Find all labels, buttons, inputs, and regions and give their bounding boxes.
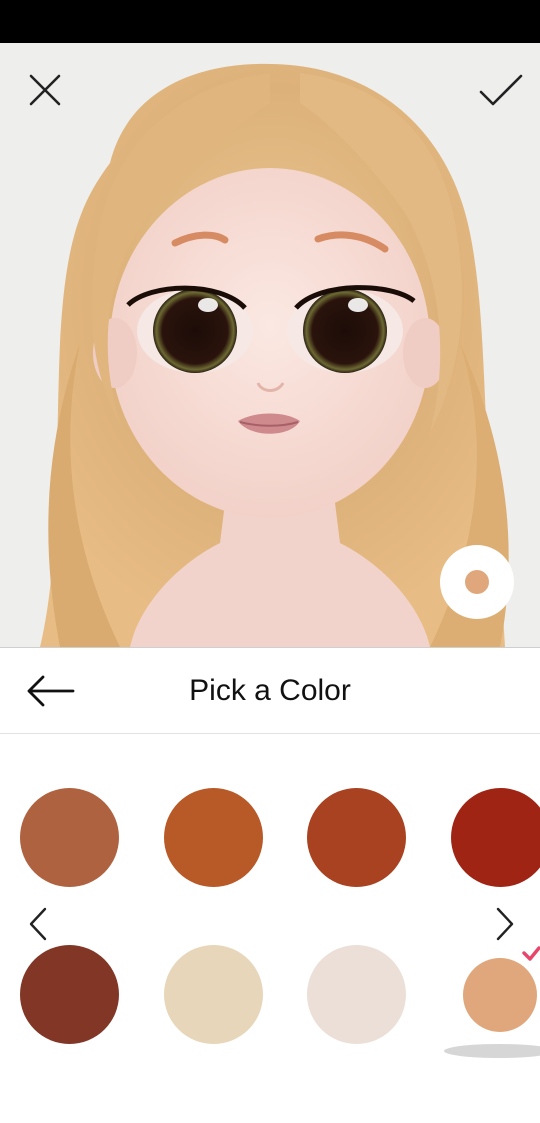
status-bar: [0, 0, 540, 43]
color-swatch[interactable]: [307, 788, 406, 887]
close-icon: [29, 74, 61, 106]
color-swatch[interactable]: [164, 788, 263, 887]
close-button[interactable]: [20, 65, 70, 115]
checkmark-icon: [479, 74, 523, 106]
next-page-button[interactable]: [490, 904, 520, 944]
selected-check-icon: [522, 946, 540, 961]
current-color-dot: [465, 570, 489, 594]
color-swatch-selected[interactable]: [463, 958, 537, 1032]
header-bar: Pick a Color: [0, 648, 540, 734]
color-swatch[interactable]: [451, 788, 540, 887]
current-color-indicator[interactable]: [440, 545, 514, 619]
avatar-preview: [0, 43, 540, 648]
confirm-button[interactable]: [476, 65, 526, 115]
color-swatch[interactable]: [20, 788, 119, 887]
color-swatch[interactable]: [307, 945, 406, 1044]
page-title: Pick a Color: [189, 673, 351, 707]
previous-page-button[interactable]: [23, 904, 53, 944]
color-swatch[interactable]: [20, 945, 119, 1044]
chevron-right-icon: [496, 907, 514, 941]
chevron-left-icon: [29, 907, 47, 941]
color-swatch[interactable]: [164, 945, 263, 1044]
selected-swatch-shadow: [444, 1044, 540, 1058]
color-palette: [0, 734, 540, 1123]
